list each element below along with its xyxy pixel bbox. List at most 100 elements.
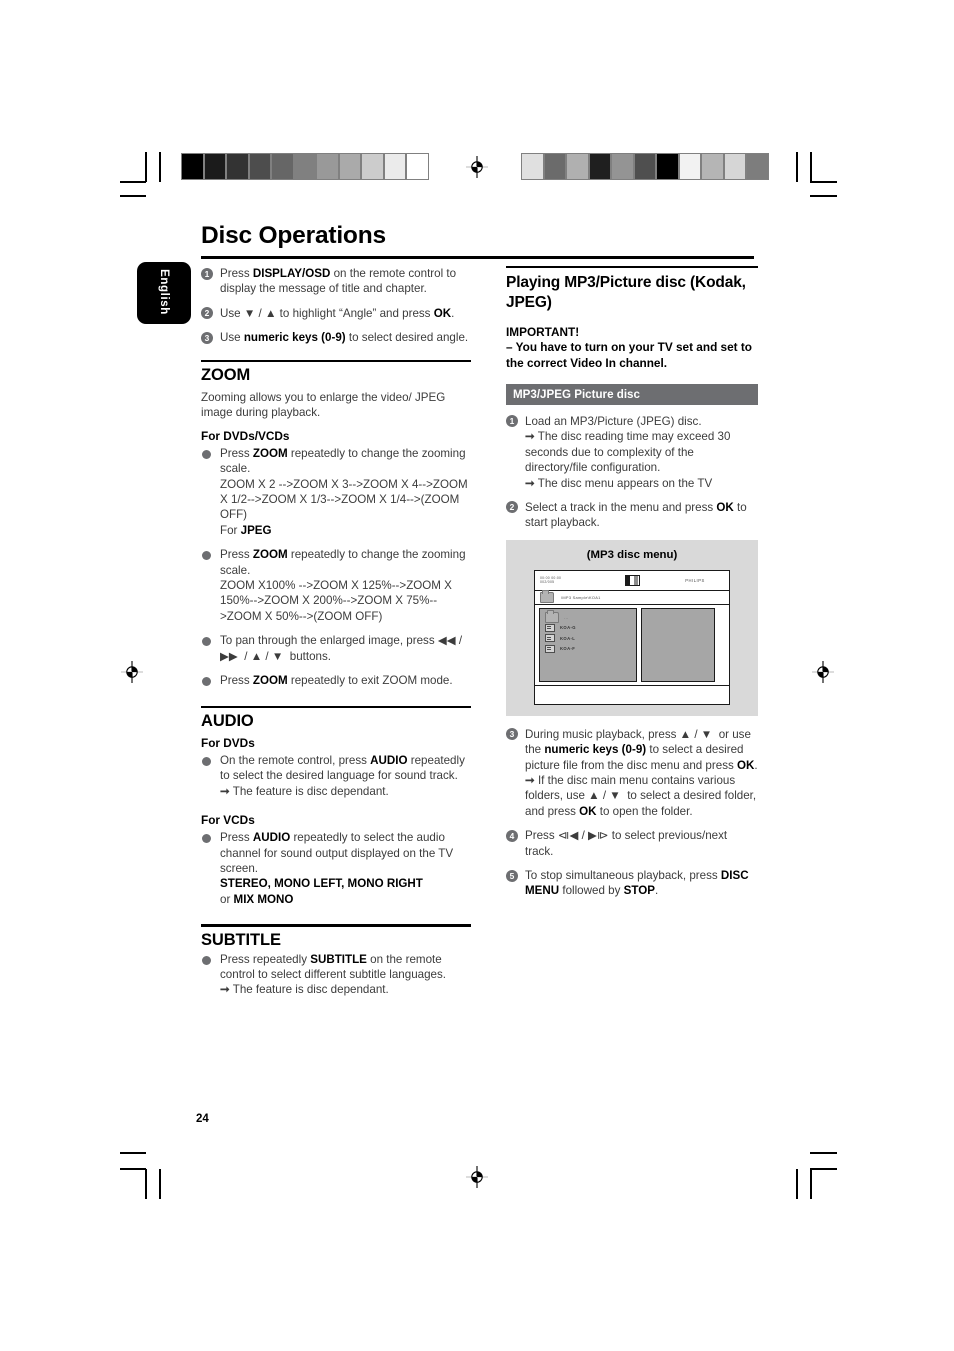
tv-screen-header: 00:00 00:00 002/005 PHILIPS — [535, 571, 729, 591]
list-item[interactable]: ... — [545, 610, 636, 623]
step-number: 2 — [201, 307, 213, 320]
right-heading-rule — [506, 266, 758, 268]
mp3-disc-menu-figure: (MP3 disc menu) 00:00 00:00 002/005 PHIL… — [506, 539, 758, 716]
tv-path-text: \MP3 Sample\KOA1 — [561, 594, 601, 600]
list-item[interactable]: KOA-G — [545, 623, 636, 632]
note-text: The disc reading time may exceed 30 seco… — [525, 430, 731, 475]
page-title: Disc Operations — [201, 222, 386, 249]
important-text: – You have to turn on your TV set and se… — [506, 340, 753, 370]
zoom-section-rule — [201, 359, 471, 363]
note-line: ➞ The disc reading time may exceed 30 se… — [525, 429, 758, 475]
language-tab-label: English — [158, 269, 170, 315]
step-item: 2 Select a track in the menu and press O… — [506, 500, 758, 531]
bullet-item: Press ZOOM repeatedly to change the zoom… — [201, 547, 471, 624]
list-item[interactable]: KOA-F — [545, 644, 636, 653]
step-text: Load an MP3/Picture (JPEG) disc. ➞ The d… — [525, 414, 758, 491]
page-number: 24 — [196, 1113, 209, 1125]
arrow-icon: ➞ — [525, 476, 535, 490]
arrow-icon: ➞ — [220, 784, 230, 798]
important-label: IMPORTANT! — [506, 324, 580, 339]
note-line: ➞ The feature is disc dependant. — [220, 982, 471, 997]
bullet-dot-icon — [202, 637, 211, 647]
step-item: 3 Use numeric keys (0-9) to select desir… — [201, 330, 471, 345]
zoom-intro: Zooming allows you to enlarge the video/… — [201, 391, 446, 420]
step-text: Press ⧏◀ / ▶⧐ to select previous/next tr… — [525, 829, 728, 858]
step-number: 5 — [506, 869, 518, 882]
disc-status-icon — [624, 574, 640, 586]
step-body: Load an MP3/Picture (JPEG) disc. — [525, 414, 702, 428]
step-text: Press DISPLAY/OSD on the remote control … — [220, 267, 457, 296]
step-number: 3 — [201, 331, 213, 344]
step-item: 4 Press ⧏◀ / ▶⧐ to select previous/next … — [506, 828, 758, 859]
folder-icon — [540, 590, 554, 603]
language-tab: English — [137, 262, 191, 324]
bullet-item: Press ZOOM repeatedly to change the zoom… — [201, 446, 471, 538]
list-item[interactable]: KOA-L — [545, 634, 636, 643]
bullet-item: Press ZOOM repeatedly to exit ZOOM mode. — [201, 673, 471, 688]
step-number: 3 — [506, 728, 518, 741]
bullet-text: Press ZOOM repeatedly to exit ZOOM mode. — [220, 674, 453, 688]
tv-preview-pane — [641, 607, 715, 682]
bullet-text: To pan through the enlarged image, press… — [220, 634, 463, 663]
mp3-section-heading: Playing MP3/Picture disc (Kodak, JPEG) — [506, 273, 746, 311]
step-item: 1 Press DISPLAY/OSD on the remote contro… — [201, 266, 471, 297]
step-text: During music playback, press ▲ / ▼ or us… — [525, 727, 758, 819]
note-line: ➞ If the disc main menu contains various… — [525, 773, 758, 819]
bullet-item: Press repeatedly SUBTITLE on the remote … — [201, 952, 471, 998]
step-text: Use ▼ / ▲ to highlight “Angle” and press… — [220, 306, 455, 320]
step-item: 3 During music playback, press ▲ / ▼ or … — [506, 727, 758, 819]
tv-time-display: 00:00 00:00 002/005 — [540, 576, 598, 585]
bullet-text: Press ZOOM repeatedly to change the zoom… — [220, 446, 468, 537]
bullet-body: Press repeatedly SUBTITLE on the remote … — [220, 952, 447, 981]
note-text: The disc menu appears on the TV — [537, 476, 713, 490]
list-item-label: KOA-L — [560, 635, 576, 641]
arrow-icon: ➞ — [525, 430, 535, 444]
list-item-label: KOA-G — [560, 625, 576, 631]
step-text: Use numeric keys (0-9) to select desired… — [220, 331, 469, 345]
audio-sub-dvd: For DVDs — [201, 735, 255, 750]
note-text: If the disc main menu contains various f… — [525, 773, 757, 818]
step-item: 2 Use ▼ / ▲ to highlight “Angle” and pre… — [201, 306, 471, 321]
title-rule — [201, 256, 754, 259]
bullet-dot-icon — [202, 449, 211, 459]
bullet-dot-icon — [202, 834, 211, 844]
bullet-dot-icon — [202, 756, 211, 766]
left-column: 1 Press DISPLAY/OSD on the remote contro… — [201, 266, 471, 1007]
tv-screen-footer — [535, 684, 729, 704]
step-text: Select a track in the menu and press OK … — [525, 500, 747, 530]
step-number: 2 — [506, 501, 518, 514]
important-notice: IMPORTANT! – You have to turn on your TV… — [506, 325, 758, 371]
tv-path-bar: \MP3 Sample\KOA1 — [535, 590, 729, 605]
subtitle-heading: SUBTITLE — [201, 930, 281, 949]
file-icon — [545, 634, 555, 643]
bullet-dot-icon — [202, 955, 211, 965]
step-number: 4 — [506, 829, 518, 842]
bullet-text: Press ZOOM repeatedly to change the zoom… — [220, 548, 466, 623]
bullet-text: Press AUDIO repeatedly to select the aud… — [220, 831, 454, 906]
bullet-text: Press repeatedly SUBTITLE on the remote … — [220, 952, 471, 998]
note-text: The feature is disc dependant. — [232, 983, 389, 997]
figure-caption: (MP3 disc menu) — [586, 548, 678, 561]
audio-section-rule — [201, 705, 471, 708]
bullet-item: On the remote control, press AUDIO repea… — [201, 753, 471, 799]
tv-screen-body: ... KOA-G KOA-L KOA-F — [535, 605, 729, 682]
bullet-dot-icon — [202, 551, 211, 561]
page-canvas: Disc Operations English 1 Press DISPLAY/… — [0, 0, 954, 1351]
note-text: The feature is disc dependant. — [232, 784, 389, 798]
tv-screen-mockup: 00:00 00:00 002/005 PHILIPS \MP3 Sample\… — [534, 569, 730, 705]
tv-time-line2: 002/005 — [540, 580, 555, 585]
bullet-body: On the remote control, press AUDIO repea… — [220, 753, 465, 783]
step-item: 5 To stop simultaneous playback, press D… — [506, 868, 758, 899]
list-item-label: KOA-F — [560, 646, 576, 652]
audio-heading: AUDIO — [201, 711, 254, 730]
audio-sub-vcd: For VCDs — [201, 813, 255, 828]
right-column: Playing MP3/Picture disc (Kodak, JPEG) I… — [506, 266, 758, 908]
bullet-item: To pan through the enlarged image, press… — [201, 633, 471, 664]
step-text: To stop simultaneous playback, press DIS… — [525, 869, 749, 898]
note-line: ➞ The disc menu appears on the TV — [525, 476, 758, 491]
mp3-jpeg-picture-disc-bar: MP3/JPEG Picture disc — [506, 383, 758, 405]
philips-logo: PHILIPS — [685, 577, 705, 583]
bullet-text: On the remote control, press AUDIO repea… — [220, 753, 471, 799]
page-content: Disc Operations English 1 Press DISPLAY/… — [0, 0, 954, 1351]
note-line: ➞ The feature is disc dependant. — [220, 784, 471, 799]
